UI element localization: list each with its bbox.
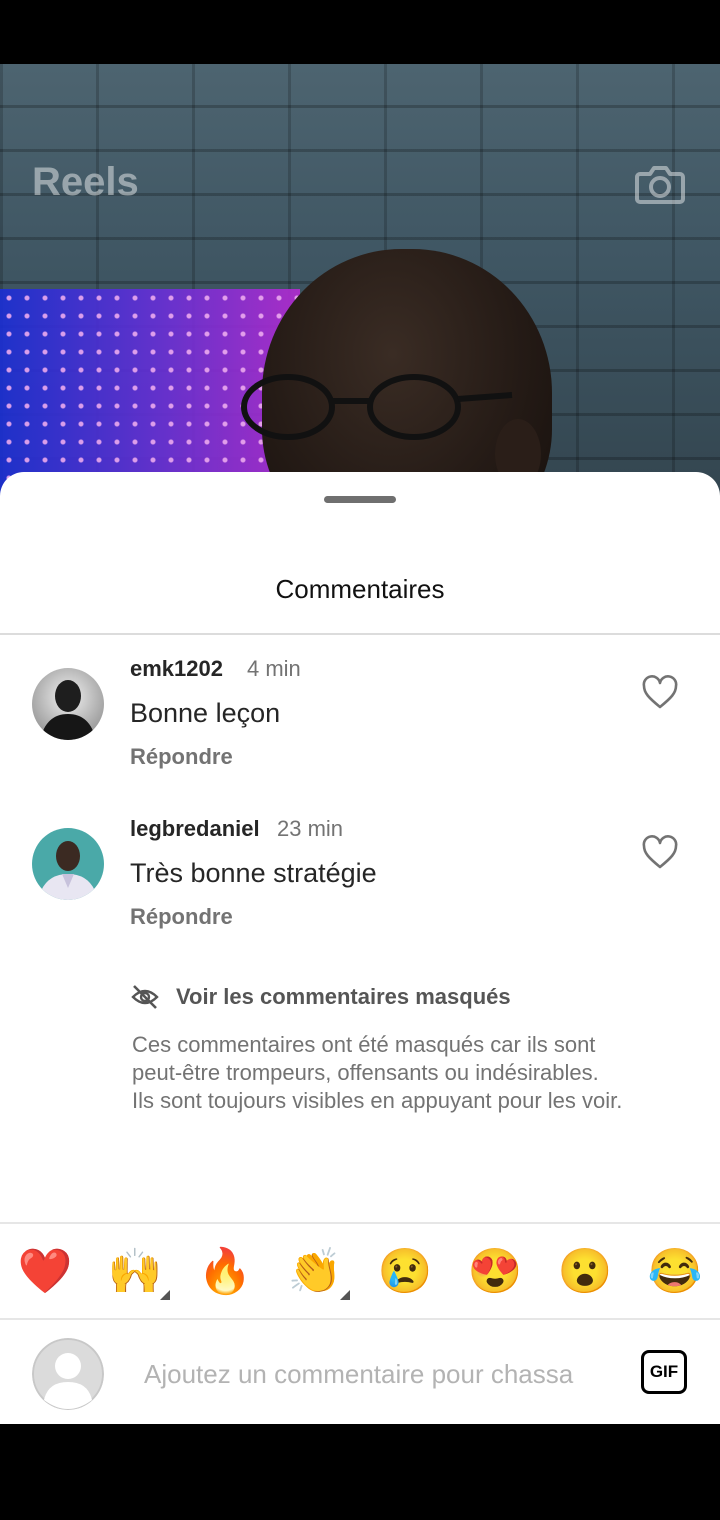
skin-tone-indicator	[160, 1290, 170, 1300]
skin-tone-indicator	[340, 1290, 350, 1300]
comment-time: 4 min	[247, 656, 301, 681]
reply-button[interactable]: Répondre	[130, 904, 233, 930]
avatar-image	[32, 668, 104, 740]
person-glasses	[241, 374, 513, 440]
comment-text: Très bonne stratégie	[130, 858, 377, 888]
gif-button[interactable]: GIF	[641, 1350, 687, 1394]
divider	[0, 633, 720, 635]
comment-username[interactable]: emk1202	[130, 656, 223, 682]
emoji-raising-hands[interactable]: 🙌	[105, 1244, 165, 1300]
emoji-heart-eyes[interactable]: 😍	[465, 1244, 525, 1300]
description-line: Ils sont toujours visibles en appuyant p…	[132, 1088, 623, 1113]
hidden-comments-description: Ces commentaires ont été masqués car ils…	[132, 1031, 692, 1115]
description-line: peut-être trompeurs, offensants ou indés…	[132, 1060, 599, 1085]
emoji-clapping-hands[interactable]: 👏	[285, 1244, 345, 1300]
sheet-title: Commentaires	[275, 574, 445, 604]
comment-text: Bonne leçon	[130, 698, 281, 728]
show-hidden-comments-label: Voir les commentaires masqués	[176, 984, 511, 1009]
default-avatar-icon	[32, 1338, 104, 1410]
comment-time: 23 min	[277, 816, 344, 841]
emoji-red-heart[interactable]: ❤️	[15, 1244, 75, 1300]
comment-item: emk1202 4 min Bonne leçon Répondre	[0, 656, 720, 786]
status-bar	[0, 0, 720, 64]
comment-item: legbredaniel 23 min Très bonne stratégie…	[0, 816, 720, 946]
reels-title: Reels	[32, 160, 139, 204]
reel-video[interactable]: Reels	[0, 64, 720, 504]
emoji-reaction-bar: ❤️ 🙌 🔥 👏 😢 😍 😮 😂	[0, 1244, 720, 1300]
heart-icon[interactable]	[641, 674, 679, 710]
my-avatar	[32, 1338, 104, 1410]
system-navigation-bar	[0, 1424, 720, 1520]
avatar[interactable]	[32, 668, 104, 740]
emoji-crying-face[interactable]: 😢	[375, 1244, 435, 1300]
avatar-image	[32, 828, 104, 900]
avatar[interactable]	[32, 828, 104, 900]
drag-handle[interactable]	[324, 496, 396, 503]
eye-off-icon	[131, 985, 159, 1009]
emoji-tears-of-joy[interactable]: 😂	[645, 1244, 705, 1300]
divider	[0, 1222, 720, 1224]
comment-input[interactable]	[144, 1354, 614, 1394]
divider	[0, 1318, 720, 1320]
emoji-surprised-face[interactable]: 😮	[555, 1244, 615, 1300]
comment-username[interactable]: legbredaniel	[130, 816, 260, 842]
heart-icon[interactable]	[641, 834, 679, 870]
comments-sheet: Commentaires emk1202 4 min Bonne leçon R…	[0, 472, 720, 1424]
reply-button[interactable]: Répondre	[130, 744, 233, 770]
description-line: Ces commentaires ont été masqués car ils…	[132, 1032, 596, 1057]
emoji-fire[interactable]: 🔥	[195, 1244, 255, 1300]
camera-icon[interactable]	[634, 158, 686, 210]
